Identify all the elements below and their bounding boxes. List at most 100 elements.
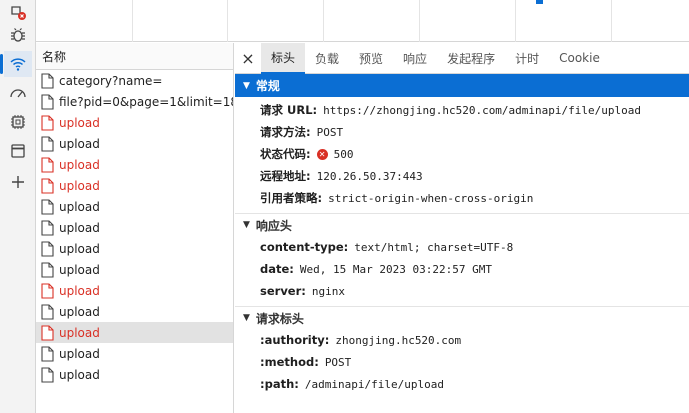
timeline-gridline xyxy=(132,0,133,42)
timeline-gridline xyxy=(515,0,516,42)
list-header-name[interactable]: 名称 xyxy=(36,43,233,70)
tab-payload[interactable]: 负载 xyxy=(305,43,349,74)
close-detail-icon[interactable]: × xyxy=(235,43,261,74)
content-type-label: content-type: xyxy=(260,240,349,254)
timeline-gridline xyxy=(227,0,228,42)
request-row-name: upload xyxy=(59,241,100,256)
request-row[interactable]: upload xyxy=(36,175,233,196)
detail-tabs: × 标头 负载 预览 响应 发起程序 计时 Cookie xyxy=(235,42,689,74)
request-url-label: 请求 URL: xyxy=(260,103,318,117)
general-referrer-policy: 引用者策略: strict-origin-when-cross-origin xyxy=(235,187,689,209)
expand-triangle-icon: ▼ xyxy=(243,220,250,230)
remote-address-label: 远程地址: xyxy=(260,169,311,183)
document-icon xyxy=(41,219,54,236)
expand-triangle-icon: ▼ xyxy=(243,80,250,91)
authority-value: zhongjing.hc520.com xyxy=(335,333,462,347)
request-row[interactable]: upload xyxy=(36,322,233,343)
application-window-icon[interactable] xyxy=(4,138,32,164)
request-method-label: 请求方法: xyxy=(260,125,311,139)
request-row-name: upload xyxy=(59,136,100,151)
section-response-headers-title: 响应头 xyxy=(255,218,292,233)
request-row[interactable]: upload xyxy=(36,112,233,133)
general-request-url: 请求 URL: https://zhongjing.hc520.com/admi… xyxy=(235,99,689,121)
document-icon xyxy=(41,324,54,341)
section-request-headers-title: 请求标头 xyxy=(255,311,304,326)
tab-preview[interactable]: 预览 xyxy=(349,43,393,74)
request-row[interactable]: upload xyxy=(36,364,233,385)
request-row[interactable]: file?pid=0&page=1&limit=18 xyxy=(36,91,233,112)
add-tool-plus-icon[interactable] xyxy=(4,169,32,195)
request-row-name: upload xyxy=(59,157,100,172)
memory-chip-icon[interactable] xyxy=(4,109,32,135)
request-row-name: category?name= xyxy=(59,73,163,88)
document-icon xyxy=(41,240,54,257)
error-status-icon: ✕ xyxy=(316,148,328,160)
document-icon xyxy=(41,282,54,299)
performance-gauge-icon[interactable] xyxy=(4,80,32,106)
tab-initiator[interactable]: 发起程序 xyxy=(437,43,505,74)
request-row-name: upload xyxy=(59,346,100,361)
request-url-value: https://zhongjing.hc520.com/adminapi/fil… xyxy=(323,103,642,117)
remote-address-value: 120.26.50.37:443 xyxy=(316,169,423,183)
request-method-value: POST xyxy=(316,125,344,139)
section-response-headers-header[interactable]: ▼ 响应头 xyxy=(235,213,689,236)
overview-strip xyxy=(36,0,689,42)
document-icon xyxy=(41,198,54,215)
request-row-name: upload xyxy=(59,262,100,277)
request-row[interactable]: upload xyxy=(36,217,233,238)
request-row[interactable]: upload xyxy=(36,280,233,301)
tab-timing[interactable]: 计时 xyxy=(505,43,549,74)
network-wifi-icon[interactable] xyxy=(0,51,32,77)
document-icon xyxy=(41,366,54,383)
referrer-policy-label: 引用者策略: xyxy=(260,191,323,205)
timeline-gridline xyxy=(611,0,612,42)
document-icon xyxy=(41,114,54,131)
request-row[interactable]: upload xyxy=(36,133,233,154)
authority-label: :authority: xyxy=(260,333,330,347)
general-remote-address: 远程地址: 120.26.50.37:443 xyxy=(235,165,689,187)
response-server: server: nginx xyxy=(235,280,689,302)
tab-headers[interactable]: 标头 xyxy=(261,42,306,74)
document-icon xyxy=(41,177,54,194)
path-label: :path: xyxy=(260,377,299,391)
status-code-value: 500 xyxy=(333,147,354,161)
document-icon xyxy=(41,303,54,320)
request-row[interactable]: upload xyxy=(36,238,233,259)
content-type-value: text/html; charset=UTF-8 xyxy=(354,240,514,254)
request-row[interactable]: category?name= xyxy=(36,70,233,91)
server-label: server: xyxy=(260,284,306,298)
general-status-code: 状态代码: ✕ 500 xyxy=(235,143,689,165)
response-content-type: content-type: text/html; charset=UTF-8 xyxy=(235,236,689,258)
date-label: date: xyxy=(260,262,294,276)
request-row-name: upload xyxy=(59,115,100,130)
request-list: 名称 category?name= file?pid=0&page=1&limit… xyxy=(36,43,234,413)
request-row[interactable]: upload xyxy=(36,343,233,364)
request-detail-pane: × 标头 负载 预览 响应 发起程序 计时 Cookie ▼ 常规 请求 URL… xyxy=(235,42,689,413)
timeline-gridline xyxy=(419,0,420,42)
section-request-headers-header[interactable]: ▼ 请求标头 xyxy=(235,306,689,329)
activity-rail xyxy=(0,0,36,413)
request-row[interactable]: upload xyxy=(36,301,233,322)
server-value: nginx xyxy=(311,284,346,298)
path-value: /adminapi/file/upload xyxy=(304,377,444,391)
tab-response[interactable]: 响应 xyxy=(393,43,437,74)
request-row[interactable]: upload xyxy=(36,154,233,175)
request-row[interactable]: upload xyxy=(36,259,233,280)
method-header-label: :method: xyxy=(260,355,319,369)
request-row-name: upload xyxy=(59,325,100,340)
document-icon xyxy=(41,135,54,152)
document-icon xyxy=(41,345,54,362)
bug-icon[interactable] xyxy=(4,22,32,48)
response-date: date: Wed, 15 Mar 2023 03:22:57 GMT xyxy=(235,258,689,280)
section-general-title: 常规 xyxy=(255,79,280,93)
request-rows: category?name= file?pid=0&page=1&limit=18… xyxy=(36,70,233,385)
request-row[interactable]: upload xyxy=(36,196,233,217)
section-general-header[interactable]: ▼ 常规 xyxy=(235,74,689,97)
referrer-policy-value: strict-origin-when-cross-origin xyxy=(328,191,534,205)
request-row-name: upload xyxy=(59,220,100,235)
request-row-name: upload xyxy=(59,304,100,319)
tab-cookie[interactable]: Cookie xyxy=(549,43,610,74)
expand-triangle-icon: ▼ xyxy=(243,313,250,323)
document-icon xyxy=(41,72,54,89)
list-header-label: 名称 xyxy=(42,49,67,64)
